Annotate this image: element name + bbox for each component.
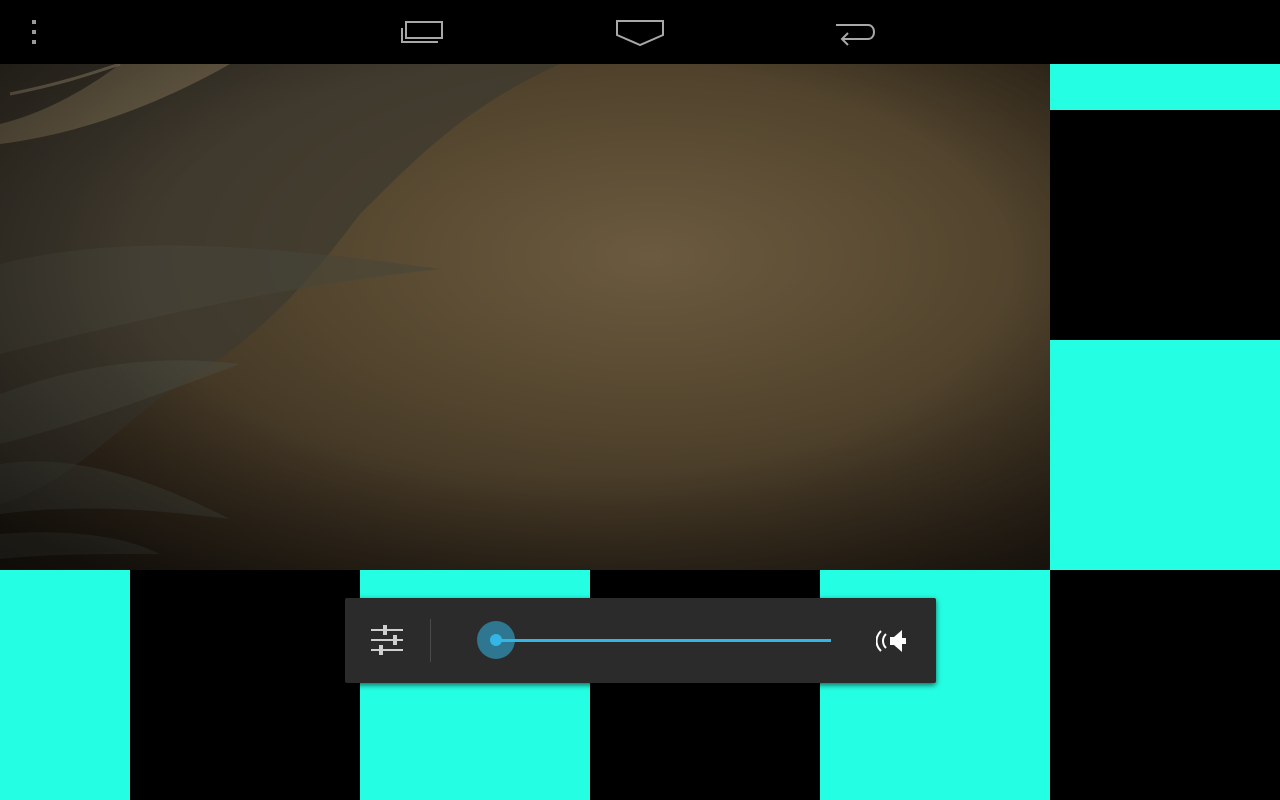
- back-button[interactable]: [820, 8, 892, 56]
- equalizer-settings-icon: [371, 625, 403, 655]
- panel-divider: [430, 619, 431, 662]
- home-icon: [616, 20, 664, 47]
- speaker-button[interactable]: [867, 618, 919, 664]
- volume-slider[interactable]: [477, 620, 831, 660]
- color-tile: [130, 570, 360, 800]
- overflow-menu-button[interactable]: [0, 8, 68, 56]
- color-tile: [1050, 570, 1280, 800]
- recent-apps-button[interactable]: [386, 8, 458, 56]
- speaker-icon: [876, 630, 906, 652]
- slider-track: [497, 639, 831, 642]
- slider-thumb[interactable]: [490, 634, 502, 646]
- volume-panel: [345, 598, 936, 683]
- overflow-menu-icon: [32, 20, 36, 44]
- color-tile: [1050, 340, 1280, 570]
- color-tile: [0, 570, 130, 800]
- home-button[interactable]: [604, 8, 676, 56]
- color-tile: [1050, 110, 1280, 340]
- top-navigation-bar: [0, 0, 1280, 64]
- back-icon: [836, 24, 875, 46]
- wallpaper-photo: [0, 64, 1050, 570]
- equalizer-settings-button[interactable]: [359, 612, 415, 668]
- recent-apps-icon: [401, 21, 443, 43]
- color-tile: [1050, 64, 1280, 110]
